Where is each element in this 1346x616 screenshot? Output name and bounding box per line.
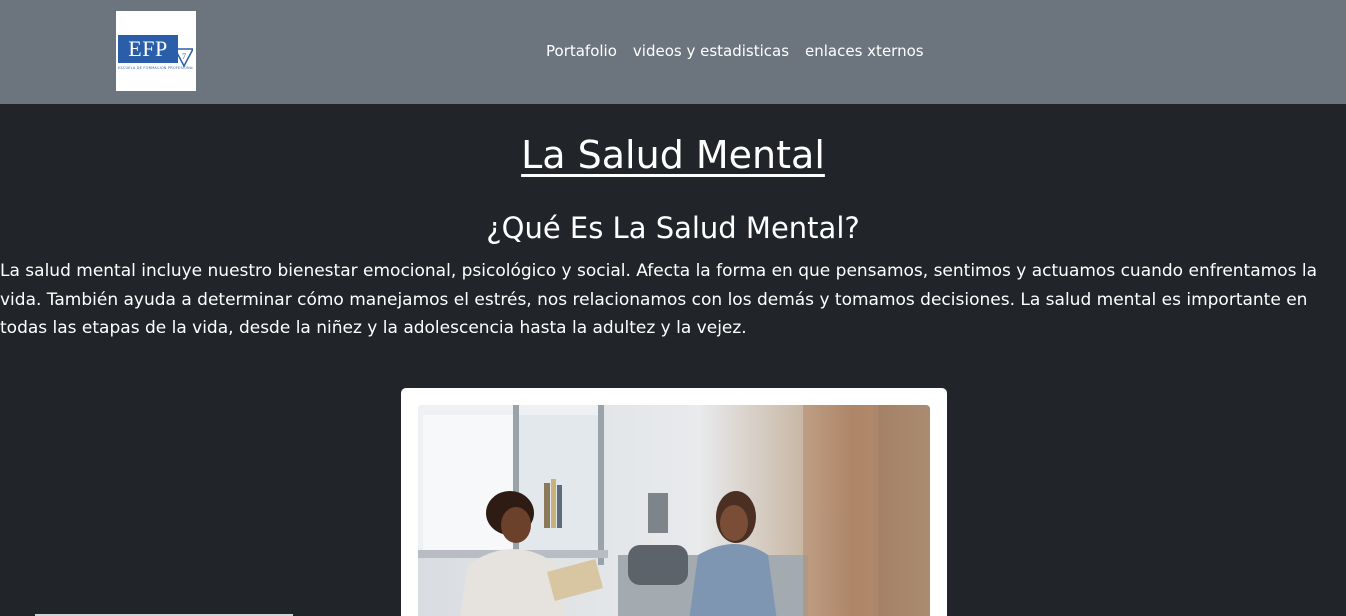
logo-letters: EFP — [118, 35, 178, 63]
nav-link-enlaces[interactable]: enlaces xternos — [805, 41, 924, 61]
navbar: EFP 7 ESCUELA DE FORMACIÓN PROFESIONAL P… — [0, 0, 1346, 104]
logo-number: 7 — [182, 52, 186, 61]
therapy-photo-graphic — [418, 405, 930, 616]
page-title: La Salud Mental — [521, 133, 825, 177]
logo-triangle-icon: 7 — [175, 48, 193, 67]
section-heading: ¿Qué Es La Salud Mental? — [486, 211, 860, 245]
image-card — [401, 388, 947, 616]
efp-logo[interactable]: EFP 7 ESCUELA DE FORMACIÓN PROFESIONAL — [116, 11, 196, 91]
therapy-photo — [418, 405, 930, 616]
main-nav: Portafolio videos y estadisticas enlaces… — [546, 41, 924, 61]
nav-link-videos[interactable]: videos y estadisticas — [633, 41, 789, 61]
nav-link-portafolio[interactable]: Portafolio — [546, 41, 617, 61]
logo-tagline: ESCUELA DE FORMACIÓN PROFESIONAL — [118, 66, 193, 70]
intro-paragraph: La salud mental incluye nuestro bienesta… — [0, 261, 1318, 338]
